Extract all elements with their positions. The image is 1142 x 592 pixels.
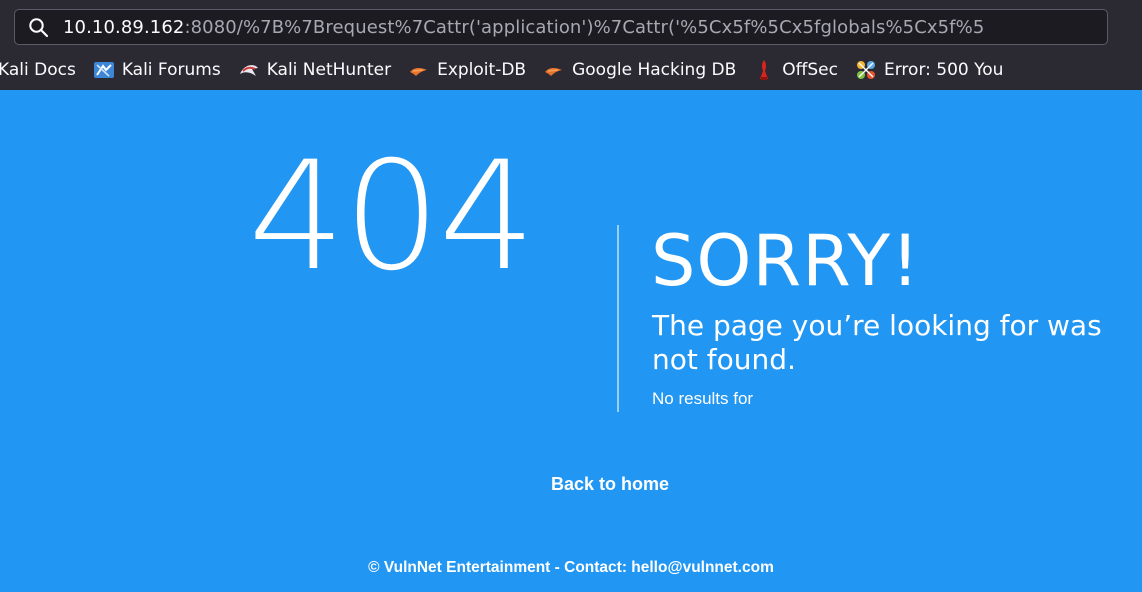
search-icon: [15, 10, 63, 44]
google-hacking-db-icon: [543, 59, 565, 81]
offsec-icon: [753, 59, 775, 81]
bookmark-label: Exploit-DB: [437, 60, 527, 80]
back-to-home-link[interactable]: Back to home: [551, 474, 669, 495]
bookmark-label: OffSec: [782, 60, 838, 80]
error-code: 404: [248, 130, 536, 304]
bookmark-kali-nethunter[interactable]: Kali NetHunter: [238, 59, 391, 81]
exploit-db-icon: [408, 59, 430, 81]
bookmark-offsec[interactable]: OffSec: [753, 59, 838, 81]
bookmark-google-hacking-db[interactable]: Google Hacking DB: [543, 59, 736, 81]
url-host: 10.10.89.162: [63, 16, 185, 38]
kali-nethunter-icon: [238, 59, 260, 81]
error-message: The page you’re looking for was not foun…: [652, 309, 1102, 376]
bookmark-label: Kali NetHunter: [266, 60, 392, 80]
bookmarks-toolbar: Kali Docs Kali Forums Kali NetHunter Exp…: [0, 52, 1142, 88]
no-results-text: No results for: [652, 389, 754, 408]
bookmark-error-500[interactable]: Error: 500 You: [855, 59, 1003, 81]
vertical-divider: [617, 225, 619, 412]
bookmark-label: Kali Docs: [0, 60, 76, 80]
bookmark-kali-docs[interactable]: Kali Docs: [0, 60, 76, 80]
bookmark-kali-forums[interactable]: Kali Forums: [93, 59, 221, 81]
browser-chrome: 10.10.89.162:8080/%7B%7Brequest%7Cattr('…: [0, 0, 1142, 90]
footer-text: © VulnNet Entertainment - Contact: hello…: [368, 559, 774, 576]
error-heading: SORRY!: [651, 220, 921, 302]
kali-forums-icon: [93, 59, 115, 81]
bookmark-label: Google Hacking DB: [572, 60, 737, 80]
url-path: :8080/%7B%7Brequest%7Cattr('application'…: [184, 16, 985, 38]
bookmark-label: Error: 500 You: [884, 60, 1004, 80]
bookmark-label: Kali Forums: [121, 60, 221, 80]
bookmark-exploit-db[interactable]: Exploit-DB: [408, 59, 526, 81]
error-500-icon: [855, 59, 877, 81]
url-text[interactable]: 10.10.89.162:8080/%7B%7Brequest%7Cattr('…: [63, 17, 984, 38]
address-bar[interactable]: 10.10.89.162:8080/%7B%7Brequest%7Cattr('…: [14, 9, 1108, 45]
